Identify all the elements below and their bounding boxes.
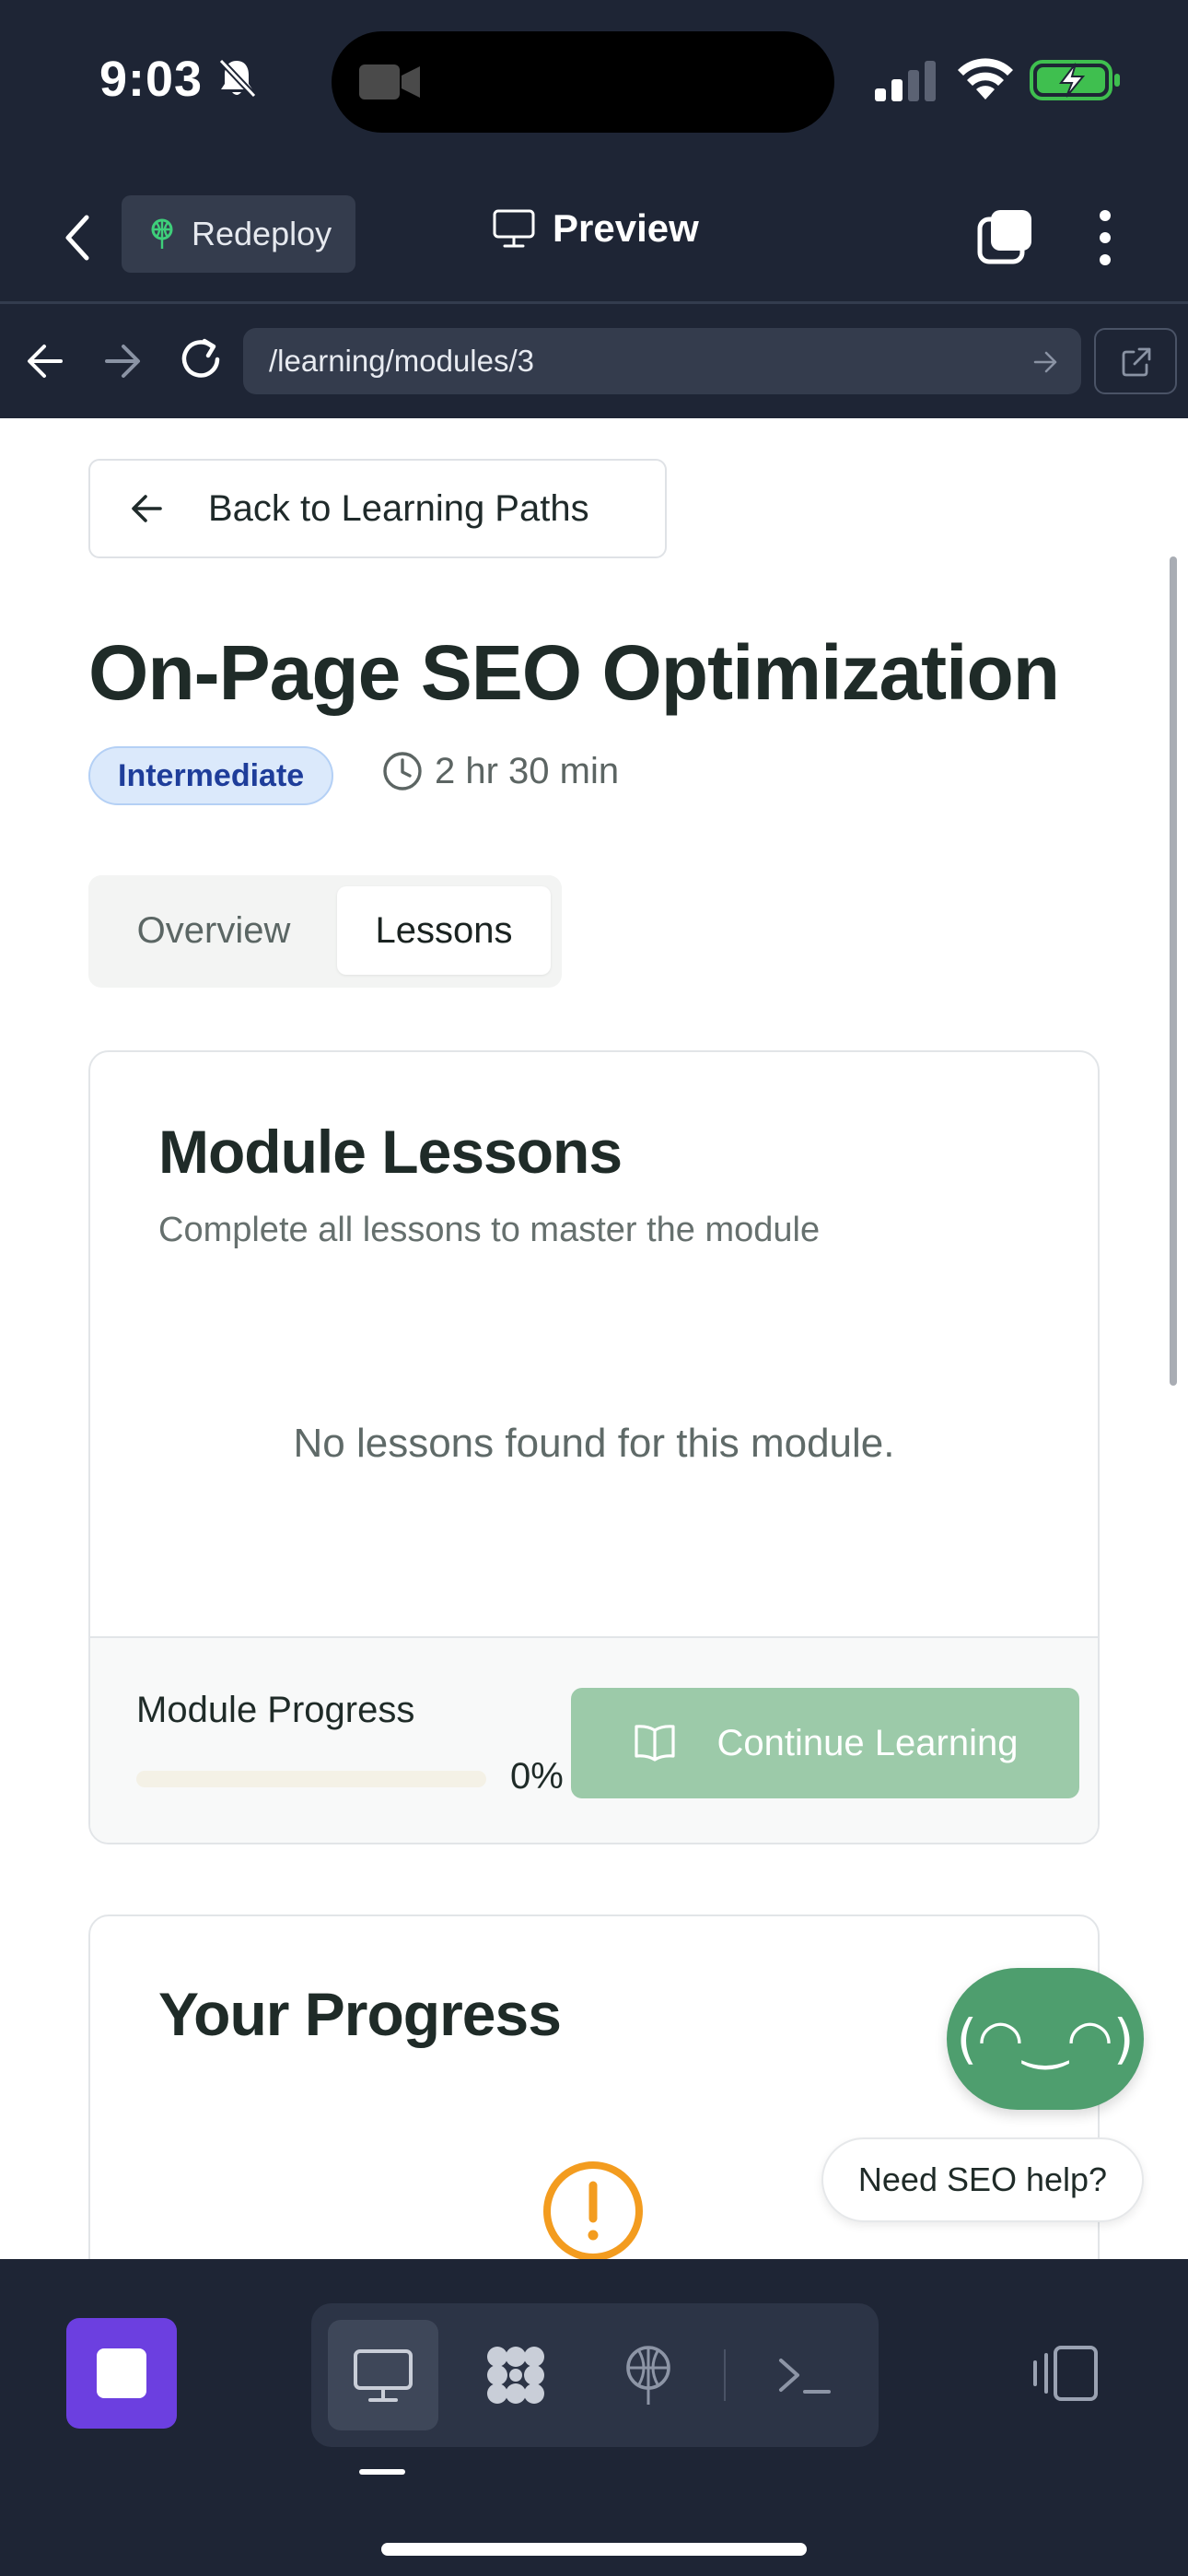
tab-overview[interactable]: Overview <box>99 886 328 975</box>
module-progress-percent: 0% <box>510 1756 564 1797</box>
preview-label: Preview <box>553 206 699 250</box>
continue-learning-label: Continue Learning <box>716 1722 1019 1763</box>
workspace-button[interactable] <box>460 2320 571 2430</box>
deploy-button[interactable] <box>593 2320 704 2430</box>
book-open-icon <box>634 1725 675 1762</box>
url-row: /learning/modules/3 <box>0 304 1188 418</box>
preview-title: Preview <box>492 206 699 251</box>
card-footer: Module Progress 0% Continue Learning <box>90 1636 1098 1843</box>
arrow-left-icon[interactable] <box>24 341 68 381</box>
deploy-icon <box>626 2346 670 2405</box>
need-seo-help-pill[interactable]: Need SEO help? <box>821 2137 1144 2222</box>
card-subtitle: Complete all lessons to master the modul… <box>158 1211 821 1249</box>
dynamic-island <box>332 31 834 133</box>
home-indicator <box>381 2543 807 2556</box>
url-input[interactable]: /learning/modules/3 <box>243 328 1081 394</box>
open-external-button[interactable] <box>1094 328 1177 394</box>
clock-icon <box>383 752 422 790</box>
desktop-view-button[interactable] <box>328 2320 438 2430</box>
module-progress-label: Module Progress <box>136 1690 415 1730</box>
terminal-button[interactable] <box>750 2320 860 2430</box>
page-content: Back to Learning Paths On-Page SEO Optim… <box>0 418 1188 2259</box>
tab-group: Overview Lessons <box>88 875 562 988</box>
back-to-learning-paths-button[interactable]: Back to Learning Paths <box>88 459 667 558</box>
empty-lessons-message: No lessons found for this module. <box>293 1421 895 1466</box>
status-time: 9:03 <box>99 52 204 107</box>
bell-slash-icon <box>218 58 257 99</box>
browser-header: Redeploy Preview <box>0 166 1188 304</box>
page-scrollbar[interactable] <box>1170 556 1177 1386</box>
tool-divider <box>724 2349 726 2401</box>
module-progress-bar <box>136 1771 486 1787</box>
globe-tree-icon <box>151 218 173 249</box>
arrow-right-small-icon[interactable] <box>1031 348 1059 376</box>
chevron-left-icon[interactable] <box>59 210 96 265</box>
more-vertical-icon[interactable] <box>1087 208 1124 267</box>
level-badge: Intermediate <box>88 746 334 805</box>
seo-assistant-button[interactable]: (◠‿◠) <box>947 1968 1144 2110</box>
desktop-icon <box>354 2349 413 2402</box>
grid-icon <box>487 2347 544 2404</box>
page-title: On-Page SEO Optimization <box>88 629 1060 716</box>
arrow-left-icon <box>132 495 162 522</box>
active-tab-indicator <box>359 2469 405 2475</box>
back-button-label: Back to Learning Paths <box>208 487 589 529</box>
bottom-toolbar <box>0 2259 1188 2576</box>
tab-lessons[interactable]: Lessons <box>337 886 551 975</box>
reload-icon[interactable] <box>177 335 225 383</box>
arrow-right-icon[interactable] <box>99 341 144 381</box>
cellular-signal-icon <box>875 61 936 101</box>
tool-group <box>311 2303 879 2447</box>
tabs-icon[interactable] <box>976 206 1035 265</box>
stop-button[interactable] <box>66 2318 177 2429</box>
progress-card-title: Your Progress <box>158 1980 562 2048</box>
external-link-icon <box>1122 347 1151 377</box>
module-lessons-card: Module Lessons Complete all lessons to m… <box>88 1050 1100 1844</box>
redeploy-button[interactable]: Redeploy <box>122 195 355 273</box>
alert-circle-icon <box>543 2161 643 2259</box>
stop-icon <box>97 2348 146 2398</box>
monitor-icon <box>493 209 535 248</box>
video-camera-icon <box>359 64 420 100</box>
duration-text: 2 hr 30 min <box>435 750 620 791</box>
status-bar: 9:03 <box>0 0 1188 166</box>
continue-learning-button[interactable]: Continue Learning <box>571 1688 1079 1798</box>
device-toggle-icon[interactable] <box>1028 2344 1101 2403</box>
url-text: /learning/modules/3 <box>269 344 535 378</box>
card-title: Module Lessons <box>158 1118 623 1186</box>
wifi-icon <box>958 58 1013 100</box>
terminal-icon <box>779 2359 831 2394</box>
battery-charging-icon <box>1030 60 1120 100</box>
redeploy-label: Redeploy <box>192 215 332 252</box>
duration: 2 hr 30 min <box>381 750 619 792</box>
